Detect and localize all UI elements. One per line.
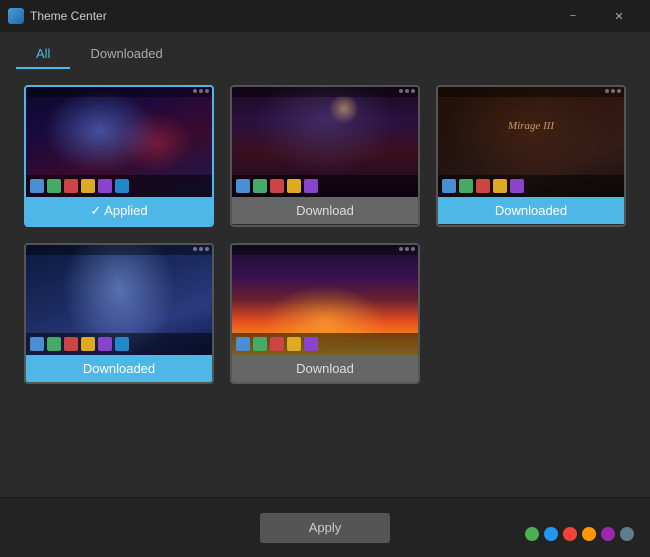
preview-icon (64, 337, 78, 351)
apply-button[interactable]: Apply (260, 513, 390, 543)
preview-icon (81, 337, 95, 351)
preview-titlebar-4 (26, 245, 212, 255)
preview-titlebar-1 (26, 87, 212, 97)
preview-dots-4 (193, 247, 209, 251)
preview-dots-1 (193, 89, 209, 93)
preview-icon (64, 179, 78, 193)
preview-icon (236, 337, 250, 351)
preview-dot (411, 247, 415, 251)
preview-taskbar-3 (438, 175, 624, 197)
theme-card-5[interactable]: Download (230, 243, 420, 384)
color-dot-red[interactable] (563, 527, 577, 541)
preview-icon (253, 337, 267, 351)
preview-dot (199, 89, 203, 93)
color-dot-purple[interactable] (601, 527, 615, 541)
color-dot-grey[interactable] (620, 527, 634, 541)
preview-dot (205, 247, 209, 251)
preview-icon (115, 179, 129, 193)
theme-preview-4 (26, 245, 212, 355)
preview-taskbar-5 (232, 333, 418, 355)
tab-downloaded[interactable]: Downloaded (70, 40, 182, 69)
theme-card-4[interactable]: Downloaded (24, 243, 214, 384)
color-dot-orange[interactable] (582, 527, 596, 541)
preview-icon (510, 179, 524, 193)
app-icon (8, 8, 24, 24)
preview-taskbar-4 (26, 333, 212, 355)
preview-icon (236, 179, 250, 193)
window-title: Theme Center (30, 9, 550, 23)
preview-icon (47, 337, 61, 351)
preview-dot (199, 247, 203, 251)
preview-dot (193, 247, 197, 251)
theme-card-1[interactable]: ✓ Applied (24, 85, 214, 227)
preview-dot (205, 89, 209, 93)
preview-icon (476, 179, 490, 193)
theme-preview-3 (438, 87, 624, 197)
preview-icon (442, 179, 456, 193)
bottom-bar: Apply (0, 497, 650, 557)
theme-label-4: Downloaded (26, 355, 212, 382)
color-dots (525, 527, 634, 541)
preview-icon (253, 179, 267, 193)
theme-card-2[interactable]: Download (230, 85, 420, 227)
preview-dot (399, 247, 403, 251)
preview-dot (617, 89, 621, 93)
preview-titlebar-2 (232, 87, 418, 97)
preview-dots-2 (399, 89, 415, 93)
preview-taskbar-1 (26, 175, 212, 197)
preview-titlebar-3 (438, 87, 624, 97)
preview-icon (304, 179, 318, 193)
preview-icon (304, 337, 318, 351)
main-content: ✓ Applied Do (0, 69, 650, 416)
preview-dot (405, 247, 409, 251)
preview-icon (287, 179, 301, 193)
preview-icon (98, 179, 112, 193)
color-dot-blue[interactable] (544, 527, 558, 541)
preview-icon (270, 337, 284, 351)
color-dot-green[interactable] (525, 527, 539, 541)
preview-icon (287, 337, 301, 351)
preview-titlebar-5 (232, 245, 418, 255)
theme-label-5: Download (232, 355, 418, 382)
preview-icon (459, 179, 473, 193)
preview-icon (270, 179, 284, 193)
preview-icon (493, 179, 507, 193)
preview-icon (30, 179, 44, 193)
theme-card-3[interactable]: Downloaded (436, 85, 626, 227)
preview-dot (611, 89, 615, 93)
window-controls: − ✕ (550, 0, 642, 32)
tab-all[interactable]: All (16, 40, 70, 69)
preview-dot (399, 89, 403, 93)
preview-icon (98, 337, 112, 351)
preview-dot (405, 89, 409, 93)
title-bar: Theme Center − ✕ (0, 0, 650, 32)
preview-dots-5 (399, 247, 415, 251)
preview-icon (115, 337, 129, 351)
theme-label-1: ✓ Applied (26, 197, 212, 225)
theme-preview-1 (26, 87, 212, 197)
preview-icon (81, 179, 95, 193)
preview-icon (47, 179, 61, 193)
preview-dot (193, 89, 197, 93)
preview-dot (411, 89, 415, 93)
theme-label-3: Downloaded (438, 197, 624, 224)
theme-label-2: Download (232, 197, 418, 224)
theme-preview-5 (232, 245, 418, 355)
preview-dots-3 (605, 89, 621, 93)
tab-bar: All Downloaded (0, 32, 650, 69)
minimize-button[interactable]: − (550, 0, 596, 32)
preview-taskbar-2 (232, 175, 418, 197)
theme-grid: ✓ Applied Do (24, 85, 626, 384)
close-button[interactable]: ✕ (596, 0, 642, 32)
preview-dot (605, 89, 609, 93)
preview-icon (30, 337, 44, 351)
theme-preview-2 (232, 87, 418, 197)
